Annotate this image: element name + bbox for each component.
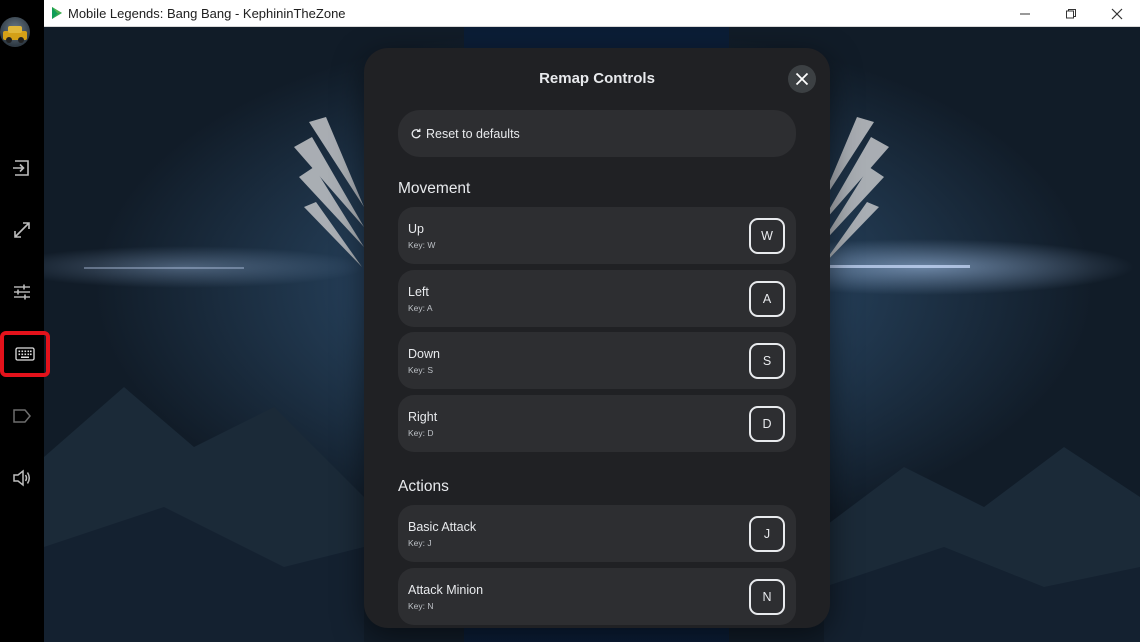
- keycap-n[interactable]: N: [749, 579, 785, 615]
- control-key-hint: Key: N: [408, 601, 434, 611]
- window-title: Mobile Legends: Bang Bang - KephininTheZ…: [68, 5, 346, 21]
- control-key-hint: Key: W: [408, 240, 436, 250]
- keycap-j[interactable]: J: [749, 516, 785, 552]
- close-window-icon: [1111, 8, 1123, 19]
- reset-to-defaults-button[interactable]: Reset to defaults: [398, 110, 796, 157]
- sidebar-item-exit[interactable]: [0, 148, 44, 188]
- play-games-icon: [46, 2, 68, 24]
- list-item-down[interactable]: Down Key: S S: [398, 332, 796, 389]
- control-key-hint: Key: S: [408, 365, 434, 375]
- sliders-icon: [14, 284, 30, 300]
- sidebar-item-label[interactable]: [0, 396, 44, 436]
- window-controls: [1002, 0, 1140, 27]
- sidebar-item-fullscreen[interactable]: [0, 210, 44, 250]
- avatar-art: [3, 26, 27, 43]
- control-name: Up: [408, 222, 424, 236]
- exit-icon: [13, 160, 29, 176]
- reset-icon: [411, 128, 421, 138]
- keycap-w[interactable]: W: [749, 218, 785, 254]
- sidebar-item-remap-controls[interactable]: [0, 331, 50, 377]
- list-item-attack-minion[interactable]: Attack Minion Key: N N: [398, 568, 796, 625]
- control-name: Basic Attack: [408, 520, 477, 534]
- keyboard-icon: [15, 347, 35, 361]
- list-item-up[interactable]: Up Key: W W: [398, 207, 796, 264]
- close-window-button[interactable]: [1094, 0, 1140, 27]
- dialog-title: Remap Controls: [539, 70, 655, 87]
- section-title-movement: Movement: [398, 180, 471, 197]
- list-item-left[interactable]: Left Key: A A: [398, 270, 796, 327]
- control-name: Down: [408, 347, 440, 361]
- control-name: Left: [408, 285, 429, 299]
- expand-icon: [14, 222, 30, 238]
- sidebar-item-volume[interactable]: [0, 458, 44, 498]
- label-icon: [13, 409, 31, 423]
- sidebar-item-settings[interactable]: [0, 272, 44, 312]
- close-dialog-button[interactable]: [788, 65, 816, 93]
- close-icon: [795, 72, 809, 86]
- keycap-s[interactable]: S: [749, 343, 785, 379]
- minimize-icon: [1020, 13, 1030, 14]
- avatar[interactable]: [0, 17, 30, 47]
- list-item-basic-attack[interactable]: Basic Attack Key: J J: [398, 505, 796, 562]
- minimize-button[interactable]: [1002, 0, 1048, 27]
- list-item-right[interactable]: Right Key: D D: [398, 395, 796, 452]
- restore-button[interactable]: [1048, 0, 1094, 27]
- control-name: Attack Minion: [408, 583, 484, 597]
- keycap-d[interactable]: D: [749, 406, 785, 442]
- sidebar: [0, 0, 50, 642]
- section-title-actions: Actions: [398, 478, 449, 495]
- control-name: Right: [408, 410, 438, 424]
- keycap-a[interactable]: A: [749, 281, 785, 317]
- reset-label: Reset to defaults: [426, 126, 520, 141]
- restore-icon: [1066, 8, 1076, 18]
- window-titlebar: Mobile Legends: Bang Bang - KephininTheZ…: [44, 0, 1140, 27]
- remap-controls-dialog: Remap Controls Reset to defaults Movemen…: [364, 48, 830, 628]
- control-key-hint: Key: A: [408, 303, 433, 313]
- control-key-hint: Key: J: [408, 538, 432, 548]
- control-key-hint: Key: D: [408, 428, 434, 438]
- volume-icon: [13, 469, 30, 487]
